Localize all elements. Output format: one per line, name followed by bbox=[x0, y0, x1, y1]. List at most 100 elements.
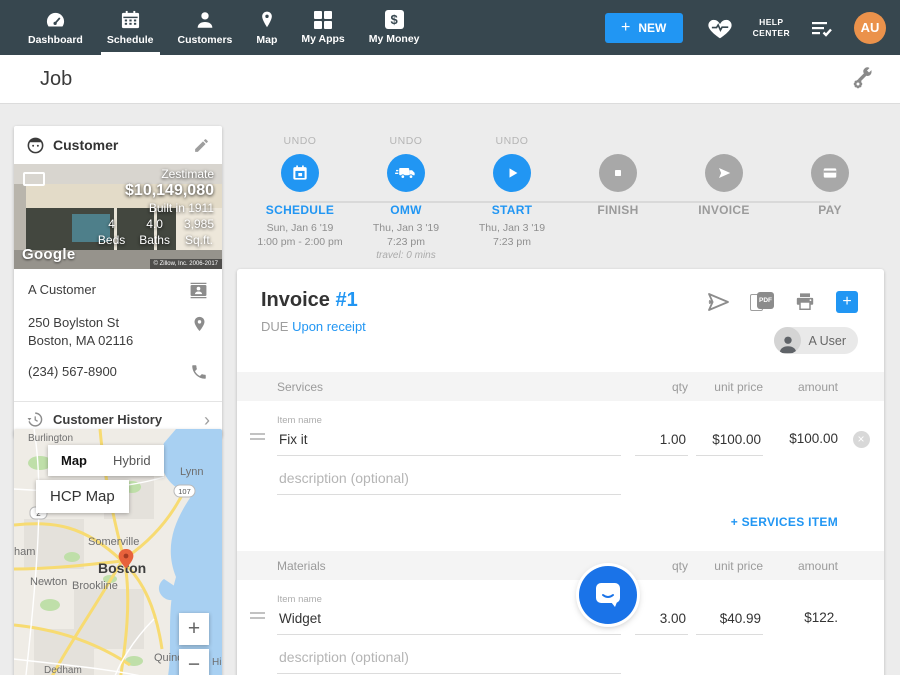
nav-item-my-apps[interactable]: My Apps bbox=[289, 0, 356, 55]
materials-section-header: Materials qty unit price amount bbox=[237, 551, 884, 580]
qty-column-header: qty bbox=[627, 380, 688, 394]
unit-price-input[interactable] bbox=[696, 611, 763, 635]
unit-price-input[interactable] bbox=[696, 432, 763, 456]
due-terms-link[interactable]: Upon receipt bbox=[292, 319, 366, 334]
invoice-header: Invoice #1 DUE Upon receipt PDF bbox=[237, 269, 884, 372]
stat-baths: 4.0 Baths bbox=[139, 217, 170, 248]
undo-link[interactable]: UNDO bbox=[459, 135, 565, 148]
streetview-frame-icon[interactable] bbox=[23, 172, 45, 186]
assigned-user-chip[interactable]: A User bbox=[774, 327, 858, 354]
map-label-hingham: Hi bbox=[212, 657, 221, 668]
schedule-step-icon[interactable] bbox=[281, 154, 319, 192]
property-photo: Zestimate $10,149,080 Built in 1911 4 Be… bbox=[14, 164, 222, 269]
map-zoom-out-button[interactable]: − bbox=[179, 649, 209, 675]
customer-card-header: Customer bbox=[14, 126, 222, 164]
drag-handle-icon[interactable] bbox=[250, 609, 265, 622]
add-invoice-icon[interactable]: + bbox=[836, 291, 858, 313]
step-label: OMW bbox=[353, 203, 459, 217]
user-silhouette-icon bbox=[774, 327, 801, 354]
step-omw: UNDO OMW Thu, Jan 3 '19 7:23 pm travel: … bbox=[353, 135, 459, 262]
customer-name-row[interactable]: A Customer bbox=[28, 281, 208, 300]
plus-icon: + bbox=[621, 20, 630, 36]
customer-history-label: Customer History bbox=[53, 412, 204, 427]
invoice-title: Invoice #1 bbox=[261, 289, 358, 312]
contact-card-icon bbox=[189, 281, 208, 300]
new-button-label: NEW bbox=[638, 21, 666, 35]
zestimate-value: $10,149,080 bbox=[98, 182, 214, 200]
amount-column-header: amount bbox=[763, 559, 838, 573]
finish-stop-icon[interactable] bbox=[599, 154, 637, 192]
new-button[interactable]: + NEW bbox=[605, 13, 683, 43]
qty-input[interactable] bbox=[635, 611, 688, 635]
hcp-map-button[interactable]: HCP Map bbox=[36, 480, 129, 513]
schedule-icon bbox=[120, 10, 141, 30]
map-label-waltham: ham bbox=[14, 546, 35, 558]
content-area: Customer Zestimate $10,149,080 bbox=[0, 104, 900, 675]
qty-input[interactable] bbox=[635, 432, 688, 456]
map-type-switcher: Map Hybrid bbox=[48, 445, 164, 476]
customer-face-icon bbox=[26, 136, 45, 155]
job-settings-icon[interactable] bbox=[850, 67, 874, 91]
print-icon[interactable] bbox=[794, 292, 816, 312]
pay-card-icon[interactable] bbox=[811, 154, 849, 192]
nav-item-map[interactable]: Map bbox=[244, 0, 289, 55]
pdf-icon[interactable]: PDF bbox=[750, 292, 774, 312]
item-name-label: Item name bbox=[277, 594, 621, 605]
health-heart-icon[interactable] bbox=[707, 16, 733, 40]
service-line-item: Item name $100.00 × bbox=[237, 415, 884, 456]
map-zoom-in-button[interactable]: + bbox=[179, 613, 209, 645]
edit-pencil-icon[interactable] bbox=[193, 137, 210, 154]
invoice-send-icon[interactable] bbox=[705, 154, 743, 192]
delete-line-icon[interactable]: × bbox=[853, 431, 870, 448]
step-dates: Sun, Jan 6 '19 1:00 pm - 2:00 pm bbox=[247, 221, 353, 249]
undo-link[interactable]: UNDO bbox=[353, 135, 459, 148]
drag-handle-icon[interactable] bbox=[250, 430, 265, 443]
invoice-due: DUE Upon receipt bbox=[261, 319, 366, 334]
map-label-burlington: Burlington bbox=[28, 433, 73, 444]
chevron-right-icon: › bbox=[204, 411, 210, 429]
svg-text:107: 107 bbox=[178, 487, 191, 496]
built-year: Built in 1911 bbox=[98, 201, 214, 215]
help-center-button[interactable]: HELP CENTER bbox=[753, 17, 790, 38]
chat-support-button[interactable] bbox=[579, 566, 637, 624]
add-services-item-link[interactable]: + SERVICES ITEM bbox=[731, 515, 838, 529]
undo-link[interactable]: UNDO bbox=[247, 135, 353, 148]
route-107-shield: 107 bbox=[174, 485, 195, 497]
material-line-item: Item name $122. bbox=[237, 594, 884, 635]
material-description-row bbox=[237, 649, 884, 674]
undo-link bbox=[565, 135, 671, 148]
nav-label: Dashboard bbox=[28, 34, 83, 46]
omw-truck-icon[interactable] bbox=[387, 154, 425, 192]
customer-address-row[interactable]: 250 Boylston St Boston, MA 02116 bbox=[28, 314, 208, 349]
item-name-input[interactable] bbox=[277, 432, 621, 456]
nav-label: My Apps bbox=[301, 33, 344, 45]
map-type-map-button[interactable]: Map bbox=[48, 445, 100, 476]
user-avatar[interactable]: AU bbox=[854, 12, 886, 44]
unit-price-column-header: unit price bbox=[688, 380, 763, 394]
title-bar: Job bbox=[0, 55, 900, 104]
checklist-icon[interactable] bbox=[810, 18, 834, 38]
nav-item-my-money[interactable]: $ My Money bbox=[357, 0, 432, 55]
nav-item-schedule[interactable]: Schedule bbox=[95, 0, 166, 55]
step-finish: FINISH bbox=[565, 135, 671, 262]
nav-item-dashboard[interactable]: Dashboard bbox=[16, 0, 95, 55]
dashboard-icon bbox=[44, 10, 67, 30]
map-label-newton: Newton bbox=[30, 576, 67, 588]
map-type-hybrid-button[interactable]: Hybrid bbox=[100, 445, 164, 476]
stat-beds: 4 Beds bbox=[98, 217, 125, 248]
job-workflow-steps: UNDO SCHEDULE Sun, Jan 6 '19 1:00 pm - 2… bbox=[247, 135, 883, 262]
map-widget: Burlington Lynn Somerville ham Newton Br… bbox=[14, 429, 222, 675]
help-center-line1: HELP bbox=[753, 17, 790, 28]
nav-label: My Money bbox=[369, 33, 420, 45]
property-stats: 4 Beds 4.0 Baths 3,985 Sq.ft. bbox=[98, 217, 214, 248]
description-input[interactable] bbox=[277, 470, 621, 495]
description-input[interactable] bbox=[277, 649, 621, 674]
customer-phone-row[interactable]: (234) 567-8900 bbox=[28, 363, 208, 381]
nav-item-customers[interactable]: Customers bbox=[166, 0, 245, 55]
send-invoice-icon[interactable] bbox=[706, 292, 730, 312]
item-name-input[interactable] bbox=[277, 611, 621, 635]
invoice-number[interactable]: #1 bbox=[335, 289, 357, 311]
start-play-icon[interactable] bbox=[493, 154, 531, 192]
line-amount: $122. bbox=[763, 610, 838, 635]
customer-card-title: Customer bbox=[53, 137, 193, 153]
